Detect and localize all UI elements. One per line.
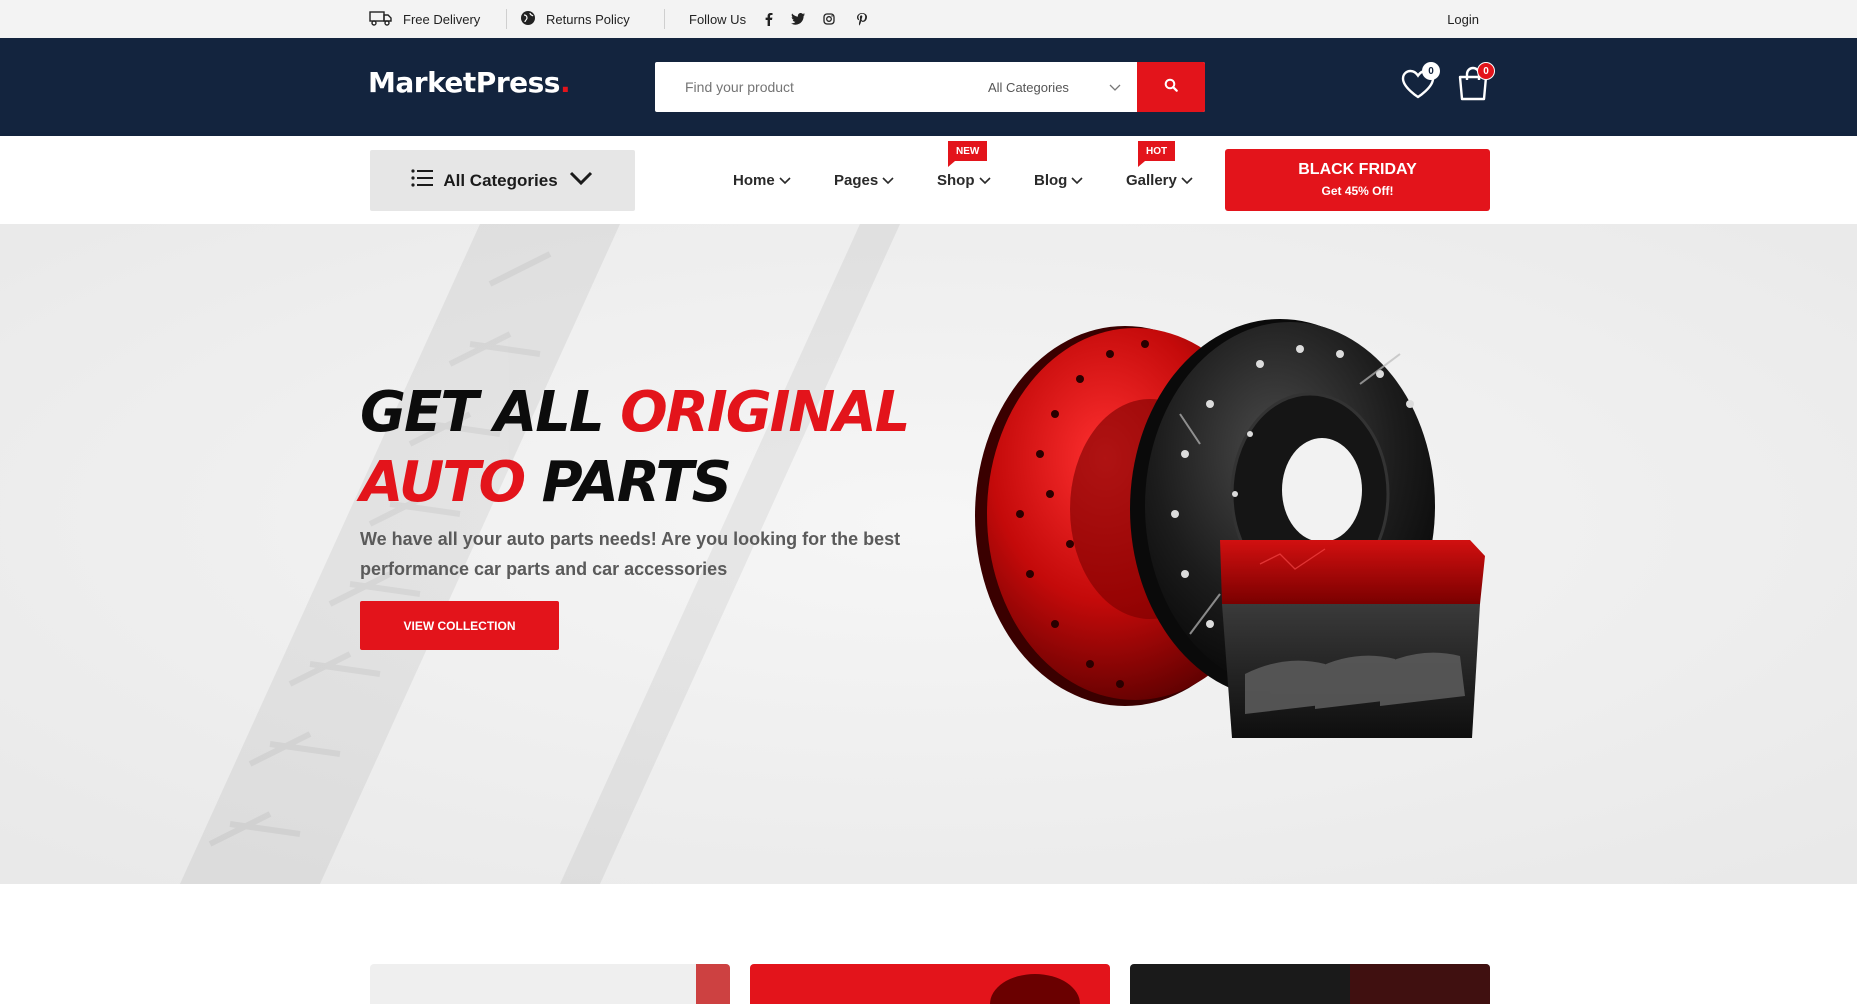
search-category-select[interactable]: All Categories [988, 62, 1069, 112]
nav-item-label: Gallery [1126, 172, 1177, 189]
card-image [990, 974, 1080, 1004]
category-card[interactable] [1130, 964, 1490, 1004]
globe-icon [520, 10, 536, 29]
card-image [696, 964, 730, 1004]
chevron-down-icon [978, 172, 991, 189]
divider [506, 9, 507, 29]
logo-text: MarketPress [368, 66, 560, 99]
hero-headline: GET ALL ORIGINAL AUTO PARTS [360, 378, 910, 518]
top-bar: Free Delivery Returns Policy Follow Us L… [0, 0, 1857, 38]
nav-item-label: Home [733, 172, 775, 189]
follow-us-label: Follow Us [689, 11, 747, 27]
all-categories-button[interactable]: All Categories [370, 150, 635, 211]
returns-policy-label: Returns Policy [546, 11, 630, 27]
brake-parts-image [975, 319, 1485, 738]
truck-icon [369, 10, 393, 29]
chevron-down-icon [1181, 172, 1193, 189]
hero-title-black-2: PARTS [524, 450, 732, 515]
black-friday-button[interactable]: BLACK FRIDAY Get 45% Off! [1225, 149, 1490, 211]
category-card[interactable] [750, 964, 1110, 1004]
nav-item-blog[interactable]: Blog [1034, 172, 1083, 189]
nav-item-label: Blog [1034, 172, 1068, 189]
search-button[interactable] [1137, 62, 1205, 112]
tire-track-texture [0, 224, 1857, 884]
all-categories-label: All Categories [443, 170, 558, 190]
follow-us: Follow Us [689, 0, 746, 38]
chevron-down-icon [779, 172, 791, 189]
divider [664, 9, 665, 29]
hot-badge: HOT [1138, 141, 1176, 167]
free-delivery[interactable]: Free Delivery [369, 0, 480, 38]
twitter-icon[interactable] [789, 10, 807, 28]
search-bar: All Categories [655, 62, 1205, 112]
promo-title: BLACK FRIDAY [1298, 161, 1417, 178]
nav-item-pages[interactable]: Pages [834, 172, 894, 189]
view-collection-button[interactable]: VIEW COLLECTION [360, 601, 559, 650]
category-card[interactable] [370, 964, 730, 1004]
card-image [1350, 964, 1490, 1004]
hero-subtitle: We have all your auto parts needs! Are y… [360, 529, 901, 579]
wishlist-count-badge: 0 [1422, 62, 1440, 80]
cart-button[interactable]: 0 [1456, 62, 1496, 102]
chevron-down-icon [568, 170, 594, 191]
search-input[interactable] [685, 62, 955, 112]
category-cards [0, 884, 1857, 1004]
cart-count-badge: 0 [1477, 62, 1495, 80]
chevron-down-icon [1107, 79, 1123, 95]
wishlist-button[interactable]: 0 [1400, 62, 1440, 102]
hero-title-red-2: AUTO [360, 450, 526, 515]
nav-item-shop[interactable]: Shop [937, 172, 991, 189]
nav-item-home[interactable]: Home [733, 172, 791, 189]
chevron-down-icon [882, 172, 894, 189]
nav-item-gallery[interactable]: Gallery [1126, 172, 1193, 189]
main-header: MarketPress. All Categories 0 0 [0, 38, 1857, 136]
list-icon [411, 169, 434, 192]
promo-subtitle: Get 45% Off! [1321, 184, 1394, 198]
new-badge: NEW [948, 141, 988, 167]
nav-item-label: Pages [834, 172, 879, 189]
returns-policy[interactable]: Returns Policy [520, 0, 630, 38]
pinterest-icon[interactable] [853, 10, 871, 28]
search-icon [1164, 78, 1178, 97]
chevron-down-icon [1071, 172, 1083, 189]
instagram-icon[interactable] [820, 10, 838, 28]
free-delivery-label: Free Delivery [403, 11, 481, 27]
logo-dot: . [559, 66, 571, 99]
nav-item-label: Shop [937, 172, 975, 189]
hero-title-black-1: GET ALL [360, 380, 621, 445]
facebook-icon[interactable] [760, 10, 778, 28]
hero-title-red-1: ORIGINAL [620, 380, 910, 445]
site-logo[interactable]: MarketPress. [368, 66, 571, 99]
login-link[interactable]: Login [1447, 0, 1479, 38]
hero-banner: GET ALL ORIGINAL AUTO PARTS We have all … [0, 224, 1857, 884]
navigation-bar: All Categories Home Pages Shop NEW Blog … [0, 136, 1857, 224]
